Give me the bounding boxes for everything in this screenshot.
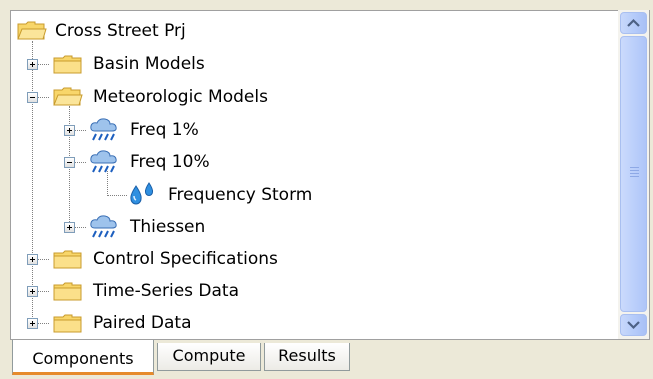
tree-node-label: Meteorologic Models bbox=[93, 87, 268, 107]
folder-open-icon bbox=[53, 87, 83, 106]
tree-node-thiessen[interactable]: Thiessen bbox=[11, 211, 621, 243]
tab-components[interactable]: Components bbox=[12, 340, 154, 375]
expand-button[interactable] bbox=[64, 222, 75, 233]
tree-node-control-specifications[interactable]: Control Specifications bbox=[11, 243, 621, 275]
expand-button[interactable] bbox=[27, 318, 38, 329]
tree-node-frequency-storm[interactable]: Frequency Storm bbox=[11, 179, 621, 211]
tree-node-freq-10[interactable]: Freq 10% bbox=[11, 146, 621, 178]
scroll-grip bbox=[630, 173, 639, 174]
tab-results[interactable]: Results bbox=[264, 343, 350, 371]
tree-node-meteorologic-models[interactable]: Meteorologic Models bbox=[11, 81, 621, 113]
folder-icon bbox=[53, 282, 82, 301]
tree-node-label: Thiessen bbox=[130, 217, 206, 237]
component-tree[interactable]: Cross Street Prj Basin Models Meteorolog… bbox=[10, 10, 650, 340]
tab-label: Components bbox=[32, 349, 134, 368]
tab-compute[interactable]: Compute bbox=[157, 343, 261, 371]
tab-label: Compute bbox=[172, 346, 246, 365]
tree-node-label: Cross Street Prj bbox=[55, 21, 186, 41]
collapse-button[interactable] bbox=[27, 92, 38, 103]
scroll-grip bbox=[630, 176, 639, 177]
expand-button[interactable] bbox=[27, 59, 38, 70]
collapse-button[interactable] bbox=[64, 157, 75, 168]
tree-node-paired-data[interactable]: Paired Data bbox=[11, 307, 621, 339]
tree-node-label: Frequency Storm bbox=[168, 185, 313, 205]
tree-node-label: Freq 10% bbox=[130, 152, 210, 172]
tree-node-root[interactable]: Cross Street Prj bbox=[11, 15, 621, 47]
vertical-scrollbar[interactable] bbox=[618, 10, 649, 339]
folder-icon bbox=[53, 314, 82, 333]
scroll-thumb[interactable] bbox=[620, 36, 647, 312]
tab-label: Results bbox=[278, 346, 336, 365]
tree-node-basin-models[interactable]: Basin Models bbox=[11, 48, 621, 80]
folder-open-icon bbox=[17, 21, 47, 40]
scroll-down-button[interactable] bbox=[620, 314, 647, 336]
scroll-grip bbox=[630, 170, 639, 171]
folder-icon bbox=[53, 55, 82, 74]
scroll-grip bbox=[630, 167, 639, 168]
chevron-up-icon bbox=[627, 18, 640, 27]
tree-node-label: Control Specifications bbox=[93, 249, 278, 269]
tree-node-time-series-data[interactable]: Time-Series Data bbox=[11, 275, 621, 307]
tree-node-freq-1[interactable]: Freq 1% bbox=[11, 114, 621, 146]
expand-button[interactable] bbox=[27, 286, 38, 297]
expand-button[interactable] bbox=[27, 254, 38, 265]
tab-bar: Components Compute Results bbox=[10, 340, 650, 379]
hms-watershed-explorer: Cross Street Prj Basin Models Meteorolog… bbox=[0, 0, 653, 379]
water-drops-icon bbox=[130, 182, 154, 205]
rain-cloud-icon bbox=[90, 150, 117, 173]
tree-node-label: Basin Models bbox=[93, 54, 205, 74]
rain-cloud-icon bbox=[90, 215, 117, 238]
chevron-down-icon bbox=[627, 321, 640, 330]
rain-cloud-icon bbox=[90, 118, 117, 141]
tree-node-label: Paired Data bbox=[93, 313, 192, 333]
expand-button[interactable] bbox=[64, 125, 75, 136]
tree-node-label: Time-Series Data bbox=[93, 281, 240, 301]
scroll-up-button[interactable] bbox=[620, 12, 647, 34]
folder-icon bbox=[53, 250, 82, 269]
tree-node-label: Freq 1% bbox=[130, 120, 199, 140]
